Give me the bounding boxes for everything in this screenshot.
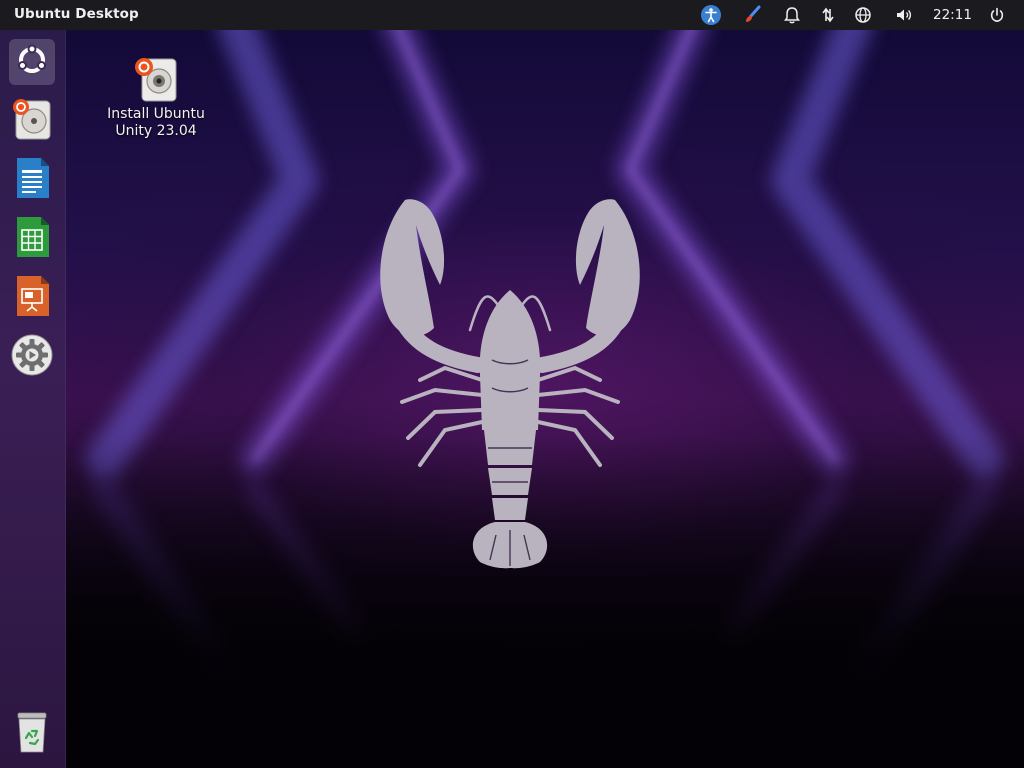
- launcher-item-trash[interactable]: [9, 711, 55, 757]
- globe-icon[interactable]: [852, 4, 874, 26]
- launcher-item-libreoffice-calc[interactable]: [9, 216, 55, 262]
- desktop-icon-label-line2: Unity 23.04: [115, 123, 197, 139]
- launcher-item-ubuntu-dash[interactable]: [9, 39, 55, 85]
- power-icon[interactable]: [986, 4, 1008, 26]
- clock[interactable]: 22:11: [933, 7, 972, 23]
- desktop-icon-label: Install Ubuntu Unity 23.04: [104, 106, 208, 140]
- paintbrush-icon[interactable]: [742, 4, 764, 26]
- lobster-mascot-logo: [360, 190, 660, 584]
- launcher-item-system-settings[interactable]: [9, 334, 55, 380]
- window-title: Ubuntu Desktop: [14, 6, 139, 22]
- writer-document-icon: [13, 156, 51, 204]
- launcher-item-libreoffice-writer[interactable]: [9, 157, 55, 203]
- ubuntu-logo-icon: [14, 42, 50, 82]
- installer-disk-icon: [11, 97, 53, 145]
- gear-icon: [10, 333, 54, 381]
- launcher: [0, 30, 66, 768]
- calc-spreadsheet-icon: [13, 215, 51, 263]
- bell-icon[interactable]: [781, 4, 803, 26]
- launcher-item-install-ubuntu[interactable]: [9, 98, 55, 144]
- trash-icon: [13, 710, 51, 758]
- network-transfer-icon[interactable]: [817, 4, 839, 26]
- launcher-item-libreoffice-impress[interactable]: [9, 275, 55, 321]
- impress-presentation-icon: [13, 274, 51, 322]
- desktop-icon-label-line1: Install Ubuntu: [107, 106, 205, 122]
- desktop-icon-install-ubuntu[interactable]: Install Ubuntu Unity 23.04: [104, 55, 208, 140]
- installer-disk-icon: [132, 55, 180, 103]
- accessibility-icon[interactable]: [700, 4, 722, 26]
- volume-icon[interactable]: [893, 4, 915, 26]
- top-panel: Ubuntu Desktop 22:11: [0, 0, 1024, 30]
